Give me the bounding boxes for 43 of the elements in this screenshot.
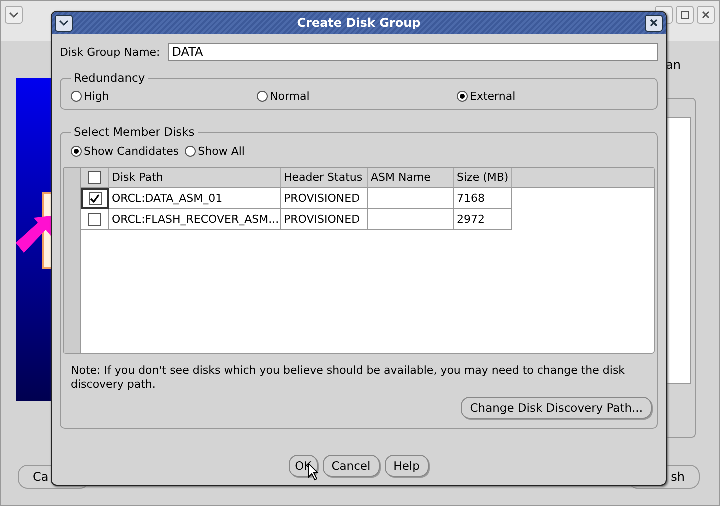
close-button[interactable] [697, 6, 715, 24]
radio-button[interactable] [257, 90, 268, 102]
change-path-button[interactable]: Change Disk Discovery Path... [461, 397, 652, 419]
group-title: Select Member Disks [71, 125, 198, 139]
chevron-icon [59, 19, 69, 27]
checkbox[interactable] [88, 212, 101, 226]
column-header[interactable]: Header Status [281, 168, 368, 188]
maximize-button[interactable] [676, 6, 694, 24]
dialog-button[interactable]: Cancel [322, 455, 380, 477]
close-icon [648, 18, 659, 28]
checkbox[interactable] [88, 192, 102, 205]
column-header[interactable]: Disk Path [109, 168, 281, 188]
radio-label: External [470, 90, 516, 102]
radio-label: Show Candidates [84, 144, 180, 158]
note-text: Note: If you don't see disks which you believe should be available, you may need to change the disk discovery path. [70, 363, 626, 392]
dialog-button[interactable]: Help [384, 455, 429, 477]
table-cell: 7168 [454, 188, 512, 209]
column-header[interactable]: Size (MB) [454, 168, 512, 188]
table-cell: PROVISIONED [281, 188, 368, 209]
radio-label: Normal [270, 90, 310, 102]
radio-button[interactable] [185, 146, 196, 156]
label-text: an [666, 58, 681, 72]
radio-button[interactable] [71, 146, 82, 156]
chevron-icon [9, 11, 19, 19]
group-title: Redundancy [71, 71, 148, 85]
field-label: Disk Group Name: [60, 46, 160, 58]
close-icon [701, 10, 711, 20]
column-header[interactable]: ASM Name [368, 168, 454, 188]
table-cell: ORCL:DATA_ASM_01 [109, 188, 281, 209]
name-field[interactable]: DATA [168, 43, 658, 61]
close-button[interactable] [644, 14, 663, 32]
dialog-title: Create Disk Group [297, 16, 421, 30]
checkbox[interactable] [88, 171, 101, 184]
table-cell: 2972 [454, 209, 512, 230]
maximize-icon [680, 10, 690, 20]
menu-button[interactable] [5, 6, 23, 24]
menu-button[interactable] [55, 14, 73, 32]
radio-label: Show All [198, 144, 245, 158]
table-cell: PROVISIONED [281, 209, 368, 230]
radio-button[interactable] [71, 90, 82, 102]
radio-label: High [84, 90, 110, 102]
radio-button[interactable] [457, 90, 468, 102]
table-cell: ORCL:FLASH_RECOVER_ASM... [109, 209, 281, 230]
